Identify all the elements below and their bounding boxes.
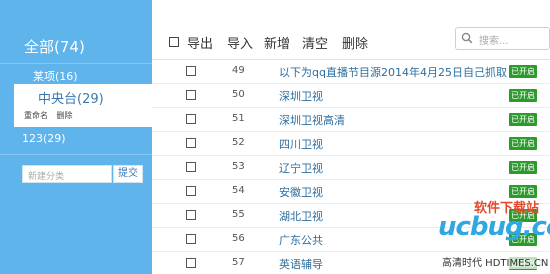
status-badge[interactable]: 已开启 xyxy=(509,209,537,222)
channel-name[interactable]: 广东公共 xyxy=(279,232,323,248)
status-badge[interactable]: 已开启 xyxy=(509,233,537,246)
table-row[interactable]: 55 湖北卫视 已开启 xyxy=(152,204,550,228)
channel-name[interactable]: 辽宁卫视 xyxy=(279,160,323,176)
channel-id: 52 xyxy=(232,137,245,148)
row-checkbox[interactable] xyxy=(186,186,196,196)
row-checkbox[interactable] xyxy=(186,90,196,100)
row-checkbox[interactable] xyxy=(186,114,196,124)
channel-id: 51 xyxy=(232,113,245,124)
table-row[interactable]: 53 辽宁卫视 已开启 xyxy=(152,156,550,180)
toolbar: 导出 导入 新增 清空 删除 搜索... xyxy=(152,20,550,60)
channel-name[interactable]: 深圳卫视 xyxy=(279,88,323,104)
sidebar-item-category[interactable]: 某项(16) xyxy=(33,68,78,84)
row-checkbox[interactable] xyxy=(186,234,196,244)
delete-button[interactable]: 删除 xyxy=(342,33,368,52)
channel-id: 50 xyxy=(232,89,245,100)
table-row[interactable]: 51 深圳卫视高清 已开启 xyxy=(152,108,550,132)
channel-name[interactable]: 以下为qq直播节目源2014年4月25日自己抓取 xyxy=(279,64,507,80)
select-all-checkbox[interactable] xyxy=(169,37,179,47)
sidebar-item-active[interactable]: 中央台(29) 重命名 删除 xyxy=(14,84,152,127)
row-checkbox[interactable] xyxy=(186,210,196,220)
channel-id: 54 xyxy=(232,185,245,196)
status-badge[interactable]: 已开启 xyxy=(509,89,537,102)
category-all[interactable]: 全部(74) xyxy=(24,36,85,57)
row-checkbox[interactable] xyxy=(186,66,196,76)
table-row[interactable]: 57 英语辅导 已开启 xyxy=(152,252,550,274)
channel-id: 56 xyxy=(232,233,245,244)
status-badge[interactable]: 已开启 xyxy=(509,161,537,174)
delete-category-link[interactable]: 删除 xyxy=(57,111,73,120)
search-input[interactable]: 搜索... xyxy=(479,32,509,47)
divider xyxy=(0,154,152,155)
status-badge[interactable]: 已开启 xyxy=(509,257,537,270)
table-row[interactable]: 56 广东公共 已开启 xyxy=(152,228,550,252)
category-actions: 重命名 删除 xyxy=(24,110,79,121)
sidebar-item-123[interactable]: 123(29) xyxy=(22,132,66,145)
status-badge[interactable]: 已开启 xyxy=(509,65,537,78)
channel-id: 53 xyxy=(232,161,245,172)
submit-button[interactable]: 提交 xyxy=(113,165,143,183)
search-icon xyxy=(461,32,473,44)
sidebar: 全部(74) 某项(16) 中央台(29) 重命名 删除 123(29) 新建分… xyxy=(0,0,152,274)
table-row[interactable]: 54 安徽卫视 已开启 xyxy=(152,180,550,204)
row-checkbox[interactable] xyxy=(186,258,196,268)
channel-name[interactable]: 深圳卫视高清 xyxy=(279,112,345,128)
divider xyxy=(0,63,152,64)
row-checkbox[interactable] xyxy=(186,162,196,172)
status-badge[interactable]: 已开启 xyxy=(509,113,537,126)
channel-name[interactable]: 四川卫视 xyxy=(279,136,323,152)
search-box[interactable]: 搜索... xyxy=(455,27,550,50)
row-checkbox[interactable] xyxy=(186,138,196,148)
channel-name[interactable]: 英语辅导 xyxy=(279,256,323,272)
rename-link[interactable]: 重命名 xyxy=(24,111,48,120)
export-button[interactable]: 导出 xyxy=(187,33,213,52)
import-button[interactable]: 导入 xyxy=(227,33,253,52)
status-badge[interactable]: 已开启 xyxy=(509,137,537,150)
add-button[interactable]: 新增 xyxy=(264,33,290,52)
table-row[interactable]: 52 四川卫视 已开启 xyxy=(152,132,550,156)
channel-id: 49 xyxy=(232,65,245,76)
channel-id: 57 xyxy=(232,257,245,268)
new-category-input[interactable]: 新建分类 xyxy=(22,165,112,183)
channel-id: 55 xyxy=(232,209,245,220)
channel-name[interactable]: 湖北卫视 xyxy=(279,208,323,224)
clear-button[interactable]: 清空 xyxy=(302,33,328,52)
sidebar-item-label[interactable]: 中央台(29) xyxy=(38,88,104,107)
channel-name[interactable]: 安徽卫视 xyxy=(279,184,323,200)
table-row[interactable]: 50 深圳卫视 已开启 xyxy=(152,84,550,108)
status-badge[interactable]: 已开启 xyxy=(509,185,537,198)
table-row[interactable]: 49 以下为qq直播节目源2014年4月25日自己抓取 已开启 xyxy=(152,60,550,84)
